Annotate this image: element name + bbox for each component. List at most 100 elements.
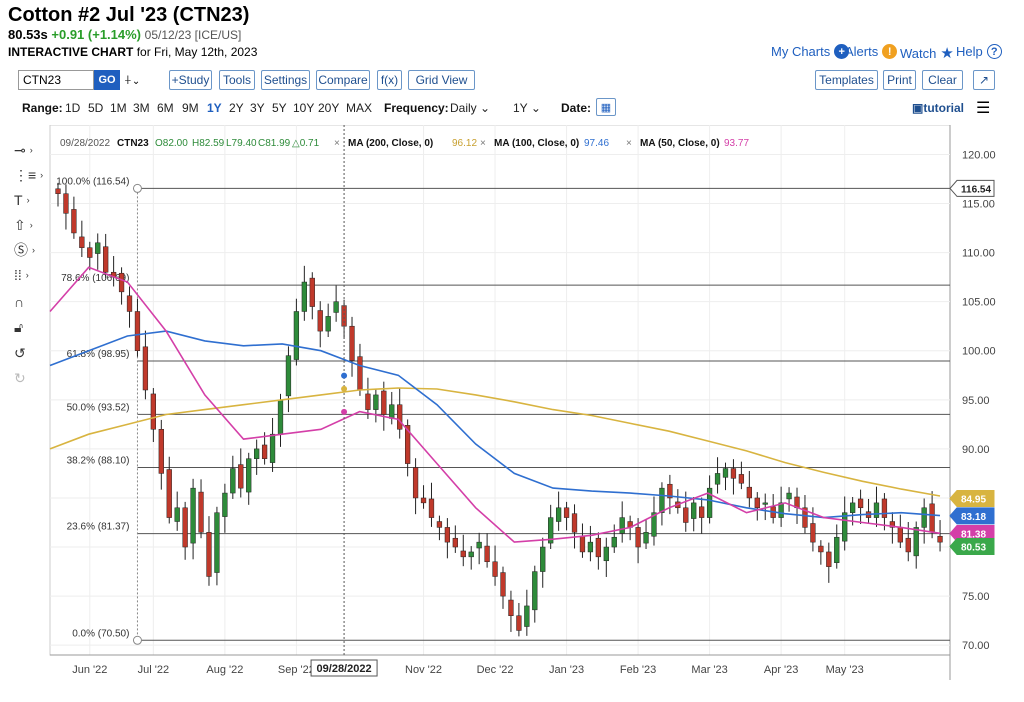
- range-3y[interactable]: 3Y: [250, 101, 265, 115]
- menu-icon[interactable]: ☰: [976, 98, 990, 118]
- x-tick-label: Mar '23: [691, 664, 727, 676]
- x-tick-label: Jul '22: [138, 664, 169, 676]
- range-2y[interactable]: 2Y: [229, 101, 244, 115]
- close-icon[interactable]: ×: [626, 138, 632, 149]
- close-icon[interactable]: ×: [334, 138, 340, 149]
- expand-button[interactable]: ↗: [973, 70, 995, 90]
- candle-body: [691, 502, 697, 519]
- templates-button[interactable]: Templates: [815, 70, 878, 90]
- candle-body: [659, 487, 665, 513]
- fib-handle[interactable]: [132, 183, 142, 193]
- candle-body: [309, 277, 315, 307]
- period-select[interactable]: 1Y ⌄: [513, 101, 541, 115]
- range-max[interactable]: MAX: [346, 101, 372, 115]
- grid-view-button[interactable]: Grid View: [408, 70, 475, 90]
- candle-body: [55, 188, 61, 194]
- calendar-button[interactable]: ▦: [596, 98, 616, 116]
- my-charts-link[interactable]: My Charts +: [771, 44, 850, 59]
- price-badges-layer: 116.5484.9583.1881.3880.53: [949, 179, 995, 555]
- tools-button[interactable]: Tools: [219, 70, 255, 90]
- legend-close: C81.99: [258, 138, 291, 149]
- fib-handle[interactable]: [132, 635, 142, 645]
- symbol-input[interactable]: [18, 70, 94, 90]
- candle-body: [158, 429, 164, 474]
- add-study-button[interactable]: +Study: [169, 70, 212, 90]
- price-chart[interactable]: 100.0% (116.54)78.6% (106.69)61.8% (98.9…: [0, 125, 1024, 685]
- help-link[interactable]: Help ?: [956, 44, 1002, 59]
- candle-body: [333, 301, 339, 313]
- frequency-label: Frequency:: [384, 101, 449, 115]
- legend-symbol: CTN23: [117, 138, 149, 149]
- candle-body: [468, 551, 474, 558]
- candle-body: [643, 532, 649, 544]
- candle-body: [810, 523, 816, 543]
- legend-change: △0.71: [292, 138, 320, 149]
- candle-body: [563, 507, 570, 518]
- watch-link[interactable]: Watch ★: [900, 44, 954, 62]
- range-9m[interactable]: 9M: [182, 101, 199, 115]
- range-1y[interactable]: 1Y: [207, 101, 222, 115]
- candle-body: [246, 458, 252, 493]
- candle-body: [937, 535, 943, 543]
- price-badge-label: 84.95: [961, 494, 986, 505]
- candle-body: [460, 550, 466, 558]
- alerts-link[interactable]: Alerts !: [845, 44, 898, 59]
- candle-body: [301, 281, 307, 312]
- candle-body: [555, 507, 562, 522]
- go-button[interactable]: GO: [94, 70, 120, 90]
- candle-body: [881, 498, 888, 518]
- star-icon: ★: [940, 45, 954, 62]
- chart-type-selector[interactable]: ⍭⌄: [124, 72, 140, 88]
- settings-button[interactable]: Settings: [261, 70, 310, 90]
- alerts-label: Alerts: [845, 44, 879, 59]
- candle-body: [420, 497, 427, 504]
- tutorial-icon: ▣: [912, 101, 924, 115]
- range-3m[interactable]: 3M: [133, 101, 150, 115]
- range-10y[interactable]: 10Y: [293, 101, 314, 115]
- y-tick-label: 75.00: [962, 591, 990, 603]
- candle-body: [929, 503, 935, 533]
- candle-body: [349, 325, 355, 361]
- close-icon[interactable]: ×: [480, 138, 486, 149]
- range-5d[interactable]: 5D: [88, 101, 103, 115]
- x-tick-label: Jan '23: [549, 664, 584, 676]
- range-6m[interactable]: 6M: [157, 101, 174, 115]
- candle-body: [261, 444, 268, 459]
- x-tick-label: Apr '23: [764, 664, 799, 676]
- range-5y[interactable]: 5Y: [272, 101, 287, 115]
- crosshair-dot-ma200: [341, 385, 348, 392]
- print-button[interactable]: Print: [883, 70, 916, 90]
- watch-label: Watch: [900, 45, 937, 61]
- tutorial-link[interactable]: ▣tutorial: [912, 101, 964, 115]
- candle-body: [786, 492, 792, 500]
- candle-body: [484, 545, 490, 563]
- alert-icon: !: [882, 44, 898, 59]
- frequency-select[interactable]: Daily ⌄: [450, 101, 490, 115]
- range-1d[interactable]: 1D: [65, 101, 80, 115]
- candle-body: [873, 502, 880, 518]
- legend-date: 09/28/2022: [60, 138, 110, 149]
- candle-body: [381, 390, 387, 415]
- clear-button[interactable]: Clear: [922, 70, 963, 90]
- subtitle-date: for Fri, May 12th, 2023: [136, 45, 258, 59]
- candle-body: [126, 295, 133, 312]
- candle-body: [921, 507, 927, 528]
- range-20y[interactable]: 20Y: [318, 101, 339, 115]
- candle-body: [913, 527, 919, 557]
- candle-body: [571, 513, 578, 533]
- compare-button[interactable]: Compare: [316, 70, 370, 90]
- candle-body: [730, 468, 737, 479]
- chart-title: Cotton #2 Jul '23 (CTN23): [8, 4, 250, 26]
- candle-body: [444, 527, 451, 543]
- candle-body: [428, 498, 435, 518]
- candle-body: [198, 491, 204, 533]
- legend-ma100-label: MA (100, Close, 0): [494, 138, 579, 149]
- range-1m[interactable]: 1M: [110, 101, 127, 115]
- crosshair-dot-ma50: [341, 408, 348, 415]
- fx-button[interactable]: f(x): [377, 70, 402, 90]
- help-label: Help: [956, 44, 983, 59]
- legend-ma200-value: 96.12: [452, 138, 477, 149]
- candle-body: [722, 468, 729, 478]
- candle-body: [230, 468, 236, 494]
- candle-body: [532, 571, 538, 611]
